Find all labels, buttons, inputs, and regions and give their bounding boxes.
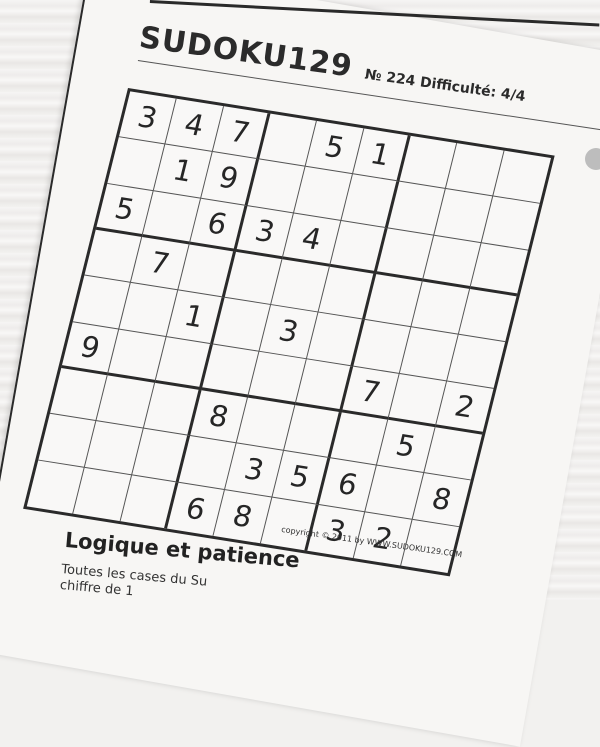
sudoku-cell [481, 196, 540, 251]
sudoku-cell [446, 335, 505, 389]
sudoku-cell [423, 427, 483, 481]
sudoku-cell: 2 [435, 381, 494, 435]
sudoku-cell: 8 [412, 473, 471, 527]
sudoku-cell [492, 150, 551, 205]
sudoku-cell [458, 288, 517, 343]
side-mark [585, 148, 600, 170]
sudoku-cell [469, 242, 528, 297]
